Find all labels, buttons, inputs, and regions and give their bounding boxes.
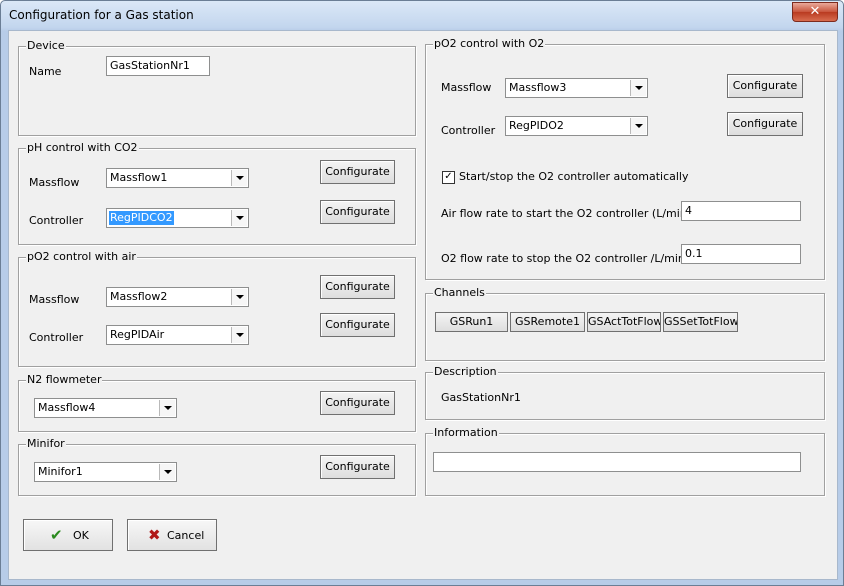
n2-configurate-button[interactable]: Configurate <box>320 391 395 415</box>
air-controller-configurate-button[interactable]: Configurate <box>320 313 395 337</box>
n2-group: N2 flowmeter Massflow4 Configurate <box>18 373 416 432</box>
o2-massflow-select[interactable]: Massflow3 <box>505 78 648 98</box>
minifor-value: Minifor1 <box>38 465 83 478</box>
ph-massflow-configurate-button[interactable]: Configurate <box>320 160 395 184</box>
minifor-legend: Minifor <box>26 437 66 450</box>
air-massflow-label: Massflow <box>29 293 80 306</box>
information-field[interactable] <box>433 452 801 472</box>
po2-air-legend: pO2 control with air <box>26 250 137 263</box>
o2-controller-select[interactable]: RegPIDO2 <box>505 116 648 136</box>
ph-massflow-label: Massflow <box>29 176 80 189</box>
ph-controller-value: RegPIDCO2 <box>109 211 174 225</box>
n2-legend: N2 flowmeter <box>26 373 103 386</box>
auto-start-label: Start/stop the O2 controller automatical… <box>459 170 689 183</box>
dialog-window: Configuration for a Gas station ✕ Device… <box>0 0 844 586</box>
chevron-down-icon[interactable] <box>159 400 175 416</box>
ph-controller-configurate-button[interactable]: Configurate <box>320 200 395 224</box>
x-icon: ✖ <box>148 526 161 544</box>
n2-value: Massflow4 <box>38 401 96 414</box>
minifor-select[interactable]: Minifor1 <box>34 462 177 482</box>
stop-rate-label: O2 flow rate to stop the O2 controller /… <box>441 252 690 265</box>
close-button[interactable]: ✕ <box>792 2 838 22</box>
start-rate-field[interactable]: 4 <box>681 201 801 221</box>
chevron-down-icon[interactable] <box>630 118 646 134</box>
chevron-down-icon[interactable] <box>630 80 646 96</box>
close-icon: ✕ <box>809 4 821 19</box>
ph-controller-select[interactable]: RegPIDCO2 <box>106 208 249 228</box>
ok-label: OK <box>73 529 89 542</box>
ph-control-legend: pH control with CO2 <box>26 141 139 154</box>
start-rate-label: Air flow rate to start the O2 controller… <box>441 207 692 220</box>
channel-button-gsacttotflow1[interactable]: GSActTotFlow1 <box>587 312 661 332</box>
po2-air-group: pO2 control with air Massflow Massflow2 … <box>18 250 416 367</box>
o2-controller-configurate-button[interactable]: Configurate <box>727 112 803 136</box>
device-group: Device Name GasStationNr1 <box>18 39 416 136</box>
description-text: GasStationNr1 <box>441 391 521 404</box>
dialog-client: Device Name GasStationNr1 pH control wit… <box>8 30 838 580</box>
ok-button[interactable]: ✔ OK <box>23 519 113 551</box>
air-controller-select[interactable]: RegPIDAir <box>106 325 249 345</box>
channel-button-gssettotflow1[interactable]: GSSetTotFlow1 <box>663 312 738 332</box>
device-legend: Device <box>26 39 66 52</box>
chevron-down-icon[interactable] <box>231 170 247 186</box>
o2-controller-label: Controller <box>441 124 496 137</box>
po2-o2-legend: pO2 control with O2 <box>433 37 546 50</box>
description-group: Description GasStationNr1 <box>425 365 825 420</box>
channels-legend: Channels <box>433 286 486 299</box>
channel-button-gsremote1[interactable]: GSRemote1 <box>510 312 585 332</box>
air-massflow-configurate-button[interactable]: Configurate <box>320 275 395 299</box>
cancel-button[interactable]: ✖ Cancel <box>127 519 217 551</box>
po2-o2-group: pO2 control with O2 Massflow Massflow3 C… <box>425 37 825 280</box>
chevron-down-icon[interactable] <box>231 327 247 343</box>
auto-start-checkbox[interactable]: ✓ <box>442 171 455 184</box>
air-massflow-select[interactable]: Massflow2 <box>106 287 249 307</box>
ph-massflow-select[interactable]: Massflow1 <box>106 168 249 188</box>
minifor-group: Minifor Minifor1 Configurate <box>18 437 416 496</box>
o2-massflow-label: Massflow <box>441 81 492 94</box>
channel-button-gsrun1[interactable]: GSRun1 <box>435 312 508 332</box>
window-title: Configuration for a Gas station <box>9 8 194 22</box>
channels-group: Channels GSRun1 GSRemote1 GSActTotFlow1 … <box>425 286 825 361</box>
air-massflow-value: Massflow2 <box>110 290 168 303</box>
information-group: Information <box>425 426 825 496</box>
o2-controller-value: RegPIDO2 <box>509 119 564 132</box>
ph-control-group: pH control with CO2 Massflow Massflow1 C… <box>18 141 416 245</box>
ph-massflow-value: Massflow1 <box>110 171 168 184</box>
o2-massflow-configurate-button[interactable]: Configurate <box>727 74 803 98</box>
description-legend: Description <box>433 365 498 378</box>
title-bar[interactable]: Configuration for a Gas station ✕ <box>1 1 843 31</box>
information-legend: Information <box>433 426 499 439</box>
n2-select[interactable]: Massflow4 <box>34 398 177 418</box>
checkmark-icon: ✔ <box>50 526 63 544</box>
o2-massflow-value: Massflow3 <box>509 81 567 94</box>
minifor-configurate-button[interactable]: Configurate <box>320 455 395 479</box>
cancel-label: Cancel <box>167 529 205 542</box>
chevron-down-icon[interactable] <box>159 464 175 480</box>
air-controller-value: RegPIDAir <box>110 328 165 341</box>
chevron-down-icon[interactable] <box>231 289 247 305</box>
chevron-down-icon[interactable] <box>231 210 247 226</box>
air-controller-label: Controller <box>29 331 84 344</box>
ph-controller-label: Controller <box>29 214 84 227</box>
stop-rate-field[interactable]: 0.1 <box>681 244 801 264</box>
name-field[interactable]: GasStationNr1 <box>106 56 210 76</box>
name-label: Name <box>29 65 62 78</box>
